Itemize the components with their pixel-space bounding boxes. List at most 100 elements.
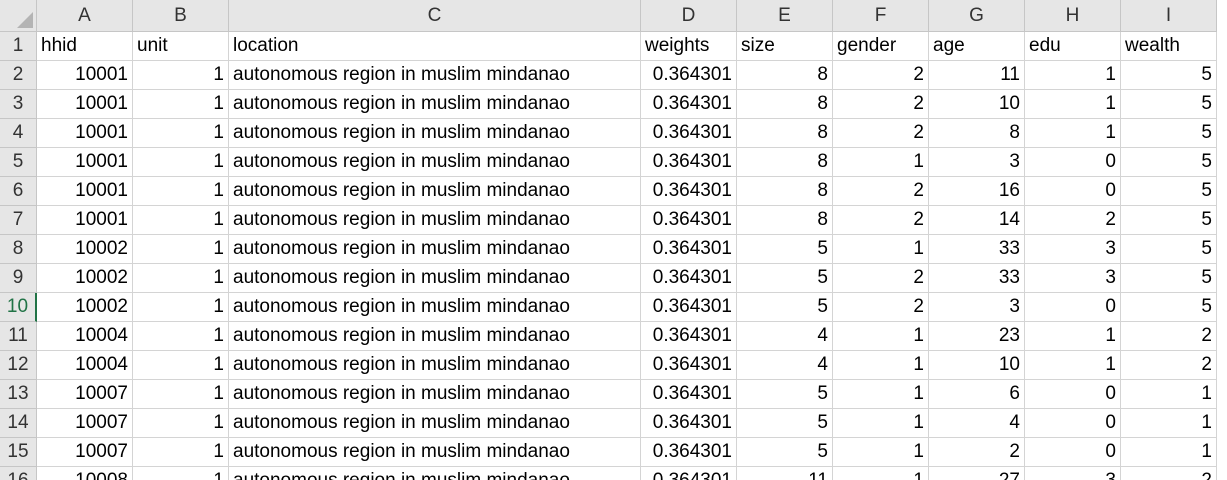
cell-i-9[interactable]: 5 bbox=[1121, 264, 1217, 293]
column-header-f[interactable]: F bbox=[833, 0, 929, 32]
cell-h-16[interactable]: 3 bbox=[1025, 467, 1121, 480]
cell-g-2[interactable]: 11 bbox=[929, 61, 1025, 90]
cell-d-2[interactable]: 0.364301 bbox=[641, 61, 737, 90]
cell-h-11[interactable]: 1 bbox=[1025, 322, 1121, 351]
cell-d-6[interactable]: 0.364301 bbox=[641, 177, 737, 206]
cell-b-9[interactable]: 1 bbox=[133, 264, 229, 293]
cell-e-13[interactable]: 5 bbox=[737, 380, 833, 409]
spreadsheet-grid[interactable]: ABCDEFGHI 12345678910111213141516 hhidun… bbox=[0, 0, 1227, 480]
cell-d-5[interactable]: 0.364301 bbox=[641, 148, 737, 177]
header-cell-weights[interactable]: weights bbox=[641, 32, 737, 61]
cell-b-3[interactable]: 1 bbox=[133, 90, 229, 119]
cell-f-11[interactable]: 1 bbox=[833, 322, 929, 351]
cell-a-2[interactable]: 10001 bbox=[37, 61, 133, 90]
cell-h-4[interactable]: 1 bbox=[1025, 119, 1121, 148]
cell-i-15[interactable]: 1 bbox=[1121, 438, 1217, 467]
cell-d-10[interactable]: 0.364301 bbox=[641, 293, 737, 322]
cell-g-9[interactable]: 33 bbox=[929, 264, 1025, 293]
cell-d-4[interactable]: 0.364301 bbox=[641, 119, 737, 148]
cell-c-7[interactable]: autonomous region in muslim mindanao bbox=[229, 206, 641, 235]
cell-f-10[interactable]: 2 bbox=[833, 293, 929, 322]
cell-b-2[interactable]: 1 bbox=[133, 61, 229, 90]
row-header-3[interactable]: 3 bbox=[0, 90, 37, 119]
cell-g-14[interactable]: 4 bbox=[929, 409, 1025, 438]
cell-b-5[interactable]: 1 bbox=[133, 148, 229, 177]
cell-f-2[interactable]: 2 bbox=[833, 61, 929, 90]
cell-h-12[interactable]: 1 bbox=[1025, 351, 1121, 380]
cell-c-8[interactable]: autonomous region in muslim mindanao bbox=[229, 235, 641, 264]
cell-i-10[interactable]: 5 bbox=[1121, 293, 1217, 322]
cell-d-8[interactable]: 0.364301 bbox=[641, 235, 737, 264]
column-header-d[interactable]: D bbox=[641, 0, 737, 32]
cell-b-16[interactable]: 1 bbox=[133, 467, 229, 480]
cell-h-10[interactable]: 0 bbox=[1025, 293, 1121, 322]
row-header-1[interactable]: 1 bbox=[0, 32, 37, 61]
header-cell-hhid[interactable]: hhid bbox=[37, 32, 133, 61]
cell-a-16[interactable]: 10008 bbox=[37, 467, 133, 480]
header-cell-gender[interactable]: gender bbox=[833, 32, 929, 61]
cell-e-7[interactable]: 8 bbox=[737, 206, 833, 235]
row-header-13[interactable]: 13 bbox=[0, 380, 37, 409]
cell-a-4[interactable]: 10001 bbox=[37, 119, 133, 148]
row-header-8[interactable]: 8 bbox=[0, 235, 37, 264]
cell-a-14[interactable]: 10007 bbox=[37, 409, 133, 438]
cell-g-6[interactable]: 16 bbox=[929, 177, 1025, 206]
cell-e-14[interactable]: 5 bbox=[737, 409, 833, 438]
column-header-e[interactable]: E bbox=[737, 0, 833, 32]
header-cell-age[interactable]: age bbox=[929, 32, 1025, 61]
cell-f-6[interactable]: 2 bbox=[833, 177, 929, 206]
cell-c-4[interactable]: autonomous region in muslim mindanao bbox=[229, 119, 641, 148]
cell-h-15[interactable]: 0 bbox=[1025, 438, 1121, 467]
cell-a-9[interactable]: 10002 bbox=[37, 264, 133, 293]
cell-i-5[interactable]: 5 bbox=[1121, 148, 1217, 177]
cell-g-10[interactable]: 3 bbox=[929, 293, 1025, 322]
cell-f-3[interactable]: 2 bbox=[833, 90, 929, 119]
cell-c-5[interactable]: autonomous region in muslim mindanao bbox=[229, 148, 641, 177]
cell-i-16[interactable]: 2 bbox=[1121, 467, 1217, 480]
row-header-16[interactable]: 16 bbox=[0, 467, 37, 480]
cell-c-6[interactable]: autonomous region in muslim mindanao bbox=[229, 177, 641, 206]
cell-a-6[interactable]: 10001 bbox=[37, 177, 133, 206]
cell-f-4[interactable]: 2 bbox=[833, 119, 929, 148]
row-header-11[interactable]: 11 bbox=[0, 322, 37, 351]
row-header-6[interactable]: 6 bbox=[0, 177, 37, 206]
cell-d-11[interactable]: 0.364301 bbox=[641, 322, 737, 351]
cell-i-2[interactable]: 5 bbox=[1121, 61, 1217, 90]
column-header-h[interactable]: H bbox=[1025, 0, 1121, 32]
cell-b-14[interactable]: 1 bbox=[133, 409, 229, 438]
header-cell-edu[interactable]: edu bbox=[1025, 32, 1121, 61]
cell-a-10[interactable]: 10002 bbox=[37, 293, 133, 322]
cell-i-8[interactable]: 5 bbox=[1121, 235, 1217, 264]
cell-c-3[interactable]: autonomous region in muslim mindanao bbox=[229, 90, 641, 119]
cell-h-6[interactable]: 0 bbox=[1025, 177, 1121, 206]
cell-c-9[interactable]: autonomous region in muslim mindanao bbox=[229, 264, 641, 293]
cell-g-3[interactable]: 10 bbox=[929, 90, 1025, 119]
cell-e-5[interactable]: 8 bbox=[737, 148, 833, 177]
header-cell-unit[interactable]: unit bbox=[133, 32, 229, 61]
row-header-5[interactable]: 5 bbox=[0, 148, 37, 177]
cell-e-2[interactable]: 8 bbox=[737, 61, 833, 90]
cell-e-15[interactable]: 5 bbox=[737, 438, 833, 467]
cell-e-4[interactable]: 8 bbox=[737, 119, 833, 148]
cell-d-7[interactable]: 0.364301 bbox=[641, 206, 737, 235]
cell-d-9[interactable]: 0.364301 bbox=[641, 264, 737, 293]
cell-i-6[interactable]: 5 bbox=[1121, 177, 1217, 206]
cell-e-9[interactable]: 5 bbox=[737, 264, 833, 293]
cell-f-7[interactable]: 2 bbox=[833, 206, 929, 235]
cell-g-16[interactable]: 27 bbox=[929, 467, 1025, 480]
cell-f-8[interactable]: 1 bbox=[833, 235, 929, 264]
cell-b-15[interactable]: 1 bbox=[133, 438, 229, 467]
cell-f-9[interactable]: 2 bbox=[833, 264, 929, 293]
row-header-9[interactable]: 9 bbox=[0, 264, 37, 293]
cell-c-15[interactable]: autonomous region in muslim mindanao bbox=[229, 438, 641, 467]
cell-g-8[interactable]: 33 bbox=[929, 235, 1025, 264]
cell-d-15[interactable]: 0.364301 bbox=[641, 438, 737, 467]
cell-g-13[interactable]: 6 bbox=[929, 380, 1025, 409]
row-header-2[interactable]: 2 bbox=[0, 61, 37, 90]
column-header-c[interactable]: C bbox=[229, 0, 641, 32]
cell-c-13[interactable]: autonomous region in muslim mindanao bbox=[229, 380, 641, 409]
cell-d-16[interactable]: 0.364301 bbox=[641, 467, 737, 480]
cell-c-10[interactable]: autonomous region in muslim mindanao bbox=[229, 293, 641, 322]
cell-i-14[interactable]: 1 bbox=[1121, 409, 1217, 438]
cell-b-6[interactable]: 1 bbox=[133, 177, 229, 206]
